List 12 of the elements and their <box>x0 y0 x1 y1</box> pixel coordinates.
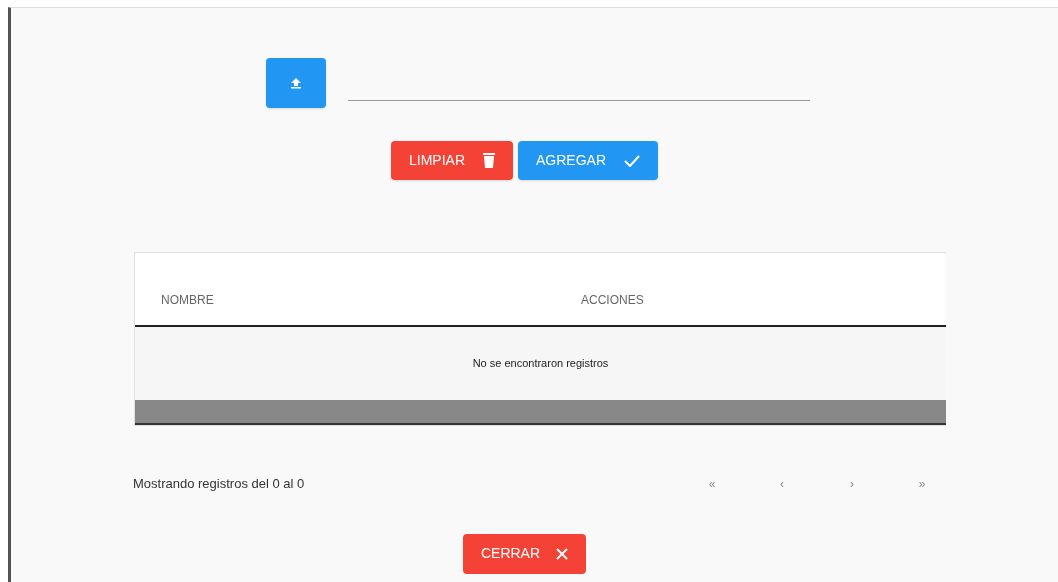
check-icon <box>624 154 640 167</box>
close-button[interactable]: CERRAR <box>462 533 587 574</box>
empty-message: No se encontraron registros <box>472 356 609 372</box>
add-button[interactable]: AGREGAR <box>518 141 658 180</box>
clear-button[interactable]: LIMPIAR <box>391 141 513 180</box>
column-header: ACCIONES <box>581 292 644 309</box>
upload-icon <box>290 77 302 89</box>
upload-button[interactable] <box>266 58 326 108</box>
trash-icon <box>483 153 495 168</box>
records-summary: Mostrando registros del 0 al 0 <box>133 475 306 493</box>
close-icon <box>556 547 569 560</box>
column-header: NOMBRE <box>161 292 215 309</box>
